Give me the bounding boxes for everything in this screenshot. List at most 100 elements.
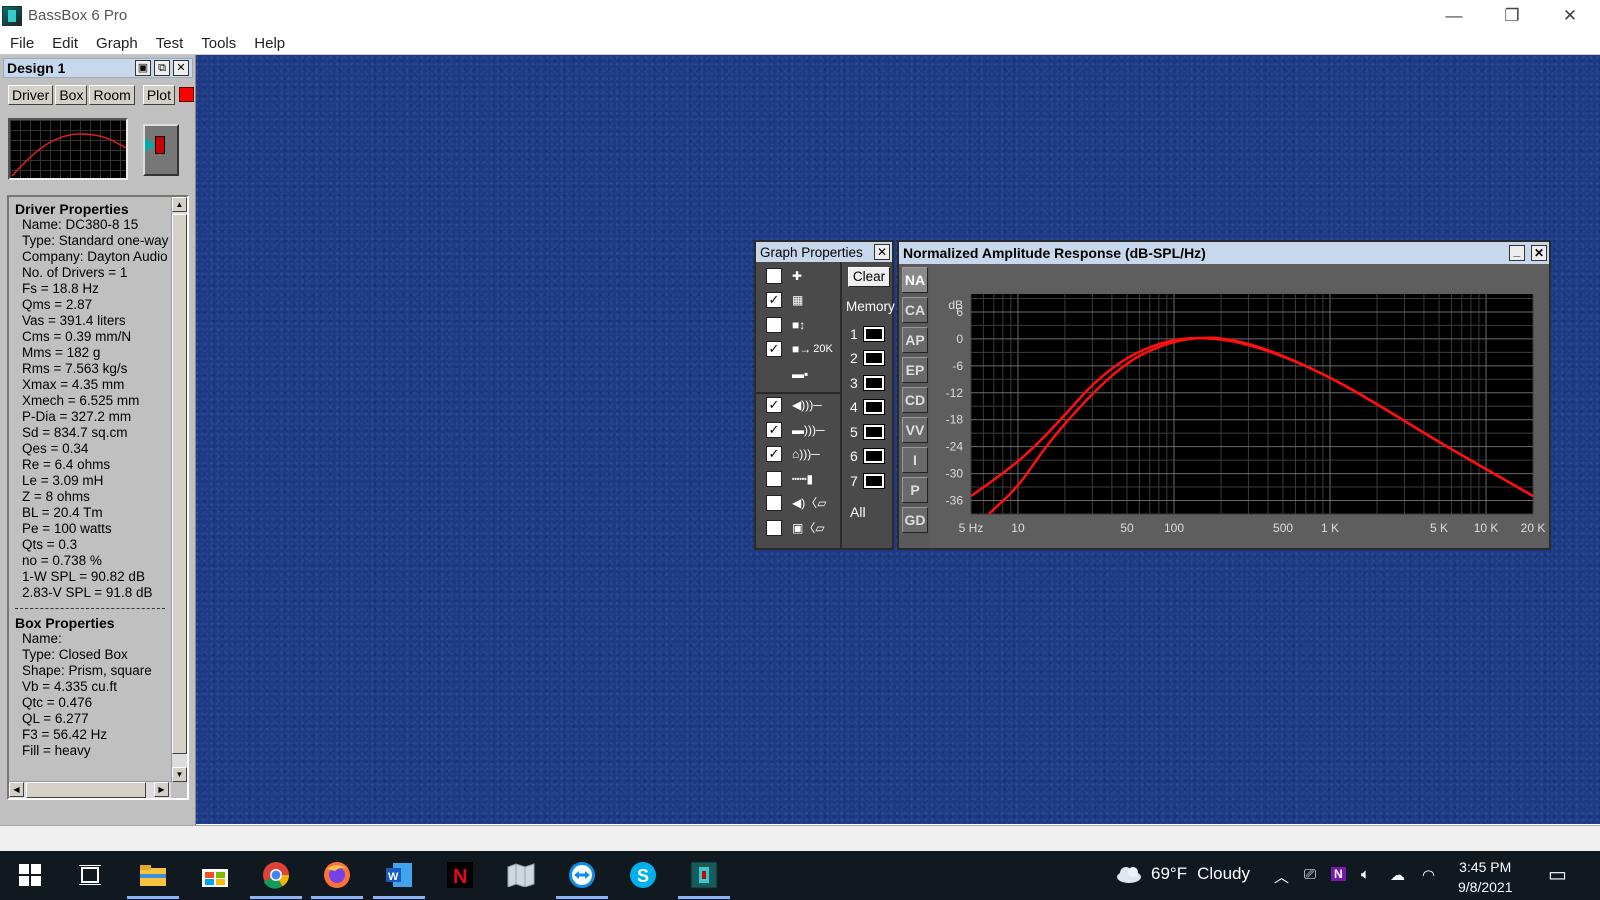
menu-edit[interactable]: Edit: [42, 35, 86, 52]
netflix-icon[interactable]: N: [442, 857, 478, 893]
close-button[interactable]: ✕: [1541, 0, 1599, 31]
chevron-up-icon[interactable]: ︿: [1274, 866, 1289, 887]
chrome-icon[interactable]: [250, 857, 302, 899]
menu-test[interactable]: Test: [146, 35, 192, 52]
close-graph-icon[interactable]: ✕: [1531, 245, 1547, 261]
scroll-left-icon[interactable]: ◀: [9, 782, 24, 797]
store-icon[interactable]: [197, 857, 233, 893]
option-checkbox[interactable]: ✓: [766, 397, 782, 413]
clear-button[interactable]: Clear: [848, 267, 890, 287]
graph-tab-na[interactable]: NA: [902, 267, 928, 293]
horizontal-scroll-thumb[interactable]: [26, 782, 146, 798]
teamviewer-icon[interactable]: [556, 857, 608, 899]
volume-icon[interactable]: 🔈︎: [1361, 866, 1370, 883]
word-icon[interactable]: W: [373, 857, 425, 899]
restore-button[interactable]: ❐: [1483, 0, 1541, 31]
menu-graph[interactable]: Graph: [86, 35, 146, 52]
scroll-right-icon[interactable]: ▶: [154, 782, 169, 797]
windows-start-icon[interactable]: [12, 857, 48, 893]
close-graph-properties-icon[interactable]: ✕: [874, 244, 890, 260]
box-thumbnail-icon[interactable]: [143, 124, 179, 176]
menu-help[interactable]: Help: [244, 35, 293, 52]
onedrive-cloud-icon[interactable]: ☁︎: [1390, 866, 1405, 884]
option-checkbox[interactable]: [766, 520, 782, 536]
vertical-scroll-thumb[interactable]: [172, 214, 187, 754]
task-view-icon[interactable]: [72, 857, 108, 893]
minimize-graph-icon[interactable]: _: [1509, 245, 1525, 261]
graph-tab-vv[interactable]: VV: [902, 417, 928, 443]
file-explorer-icon[interactable]: [127, 857, 179, 899]
wifi-icon[interactable]: ◠: [1422, 866, 1435, 884]
minimize-button[interactable]: —: [1425, 0, 1483, 31]
driver-test-icon[interactable]: ▣〈▱: [792, 520, 825, 536]
option-checkbox[interactable]: ✓: [766, 446, 782, 462]
memory-slot[interactable]: 7: [850, 473, 885, 489]
driver-button[interactable]: Driver: [8, 85, 54, 105]
notifications-icon[interactable]: ▭: [1548, 862, 1567, 887]
save-icon[interactable]: ▣: [135, 60, 151, 76]
memory-swatch[interactable]: [862, 326, 885, 342]
speaker-test-icon[interactable]: ◀)〈▱: [792, 495, 826, 511]
property-line: Company: Dayton Audio: [22, 249, 168, 264]
memory-swatch[interactable]: [862, 399, 885, 415]
skype-icon[interactable]: S: [625, 857, 661, 893]
menu-file[interactable]: File: [0, 35, 42, 52]
room-button[interactable]: Room: [89, 85, 135, 105]
scroll-down-icon[interactable]: ▼: [172, 767, 187, 782]
graph-tab-ep[interactable]: EP: [902, 357, 928, 383]
grid-icon[interactable]: ▦: [792, 292, 803, 308]
option-checkbox[interactable]: [766, 495, 782, 511]
option-checkbox[interactable]: ✓: [766, 422, 782, 438]
memory-swatch[interactable]: [862, 375, 885, 391]
response-window-header: Normalized Amplitude Response (dB-SPL/Hz…: [899, 242, 1549, 264]
memory-swatch[interactable]: [862, 424, 885, 440]
graph-tab-p[interactable]: P: [902, 477, 928, 503]
bassbox-taskbar-icon[interactable]: [678, 857, 730, 899]
speaker-sound-icon[interactable]: ◀)))─: [792, 397, 822, 413]
memory-slot[interactable]: 1: [850, 326, 885, 342]
scroll-up-icon[interactable]: ▲: [172, 197, 187, 212]
onenote-icon[interactable]: N: [1331, 867, 1346, 881]
memory-swatch[interactable]: [862, 350, 885, 366]
vertical-scrollbar[interactable]: ▲ ▼: [171, 197, 187, 782]
memory-slot[interactable]: 6: [850, 448, 885, 464]
meet-now-icon[interactable]: ⎚: [1304, 866, 1316, 883]
option-checkbox[interactable]: [766, 471, 782, 487]
room-sound-icon[interactable]: ⌂)))─: [792, 446, 820, 462]
memory-slot[interactable]: 5: [850, 424, 885, 440]
copy-icon[interactable]: ⧉: [154, 60, 170, 76]
weather-widget[interactable]: 69°F Cloudy: [1115, 864, 1250, 884]
graph-tab-gd[interactable]: GD: [902, 507, 928, 533]
option-checkbox[interactable]: [766, 317, 782, 333]
memory-slot[interactable]: 2: [850, 350, 885, 366]
memory-slot[interactable]: 4: [850, 399, 885, 415]
horizontal-scrollbar[interactable]: ◀ ▶: [9, 781, 171, 798]
option-checkbox[interactable]: ✓: [766, 292, 782, 308]
box-sound-icon[interactable]: ▬)))─: [792, 422, 825, 438]
close-panel-icon[interactable]: ✕: [173, 60, 189, 76]
memory-swatch[interactable]: [862, 448, 885, 464]
graph-tab-ca[interactable]: CA: [902, 297, 928, 323]
range-20k-icon[interactable]: ■→: [792, 341, 811, 357]
graph-tab-i[interactable]: I: [902, 447, 928, 473]
memory-slot[interactable]: 3: [850, 375, 885, 391]
menu-tools[interactable]: Tools: [191, 35, 244, 52]
plot-color-swatch[interactable]: [178, 87, 194, 102]
layout-icon[interactable]: ▬▪: [792, 366, 808, 382]
graph-tab-ap[interactable]: AP: [902, 327, 928, 353]
memory-swatch[interactable]: [862, 473, 885, 489]
clock[interactable]: 3:45 PM 9/8/2021: [1458, 857, 1513, 897]
option-checkbox[interactable]: [766, 268, 782, 284]
firefox-icon[interactable]: [311, 857, 363, 899]
graph-tab-cd[interactable]: CD: [902, 387, 928, 413]
option-checkbox[interactable]: ✓: [766, 341, 782, 357]
response-chart[interactable]: 5 Hz 10 50 100 500 1 K5 K 10 K 20 KdB60-6-12-18…: [929, 264, 1549, 548]
mini-response-thumbnail[interactable]: [8, 118, 128, 180]
maps-app-icon[interactable]: [503, 857, 539, 893]
memory-all-button[interactable]: All: [850, 504, 866, 520]
vertical-scale-icon[interactable]: ■↕: [792, 317, 805, 333]
box-button[interactable]: Box: [55, 85, 88, 105]
add-icon[interactable]: ✚: [792, 268, 802, 284]
mic-cable-icon[interactable]: ┅┅▮: [792, 471, 813, 487]
plot-button[interactable]: Plot: [142, 85, 175, 105]
